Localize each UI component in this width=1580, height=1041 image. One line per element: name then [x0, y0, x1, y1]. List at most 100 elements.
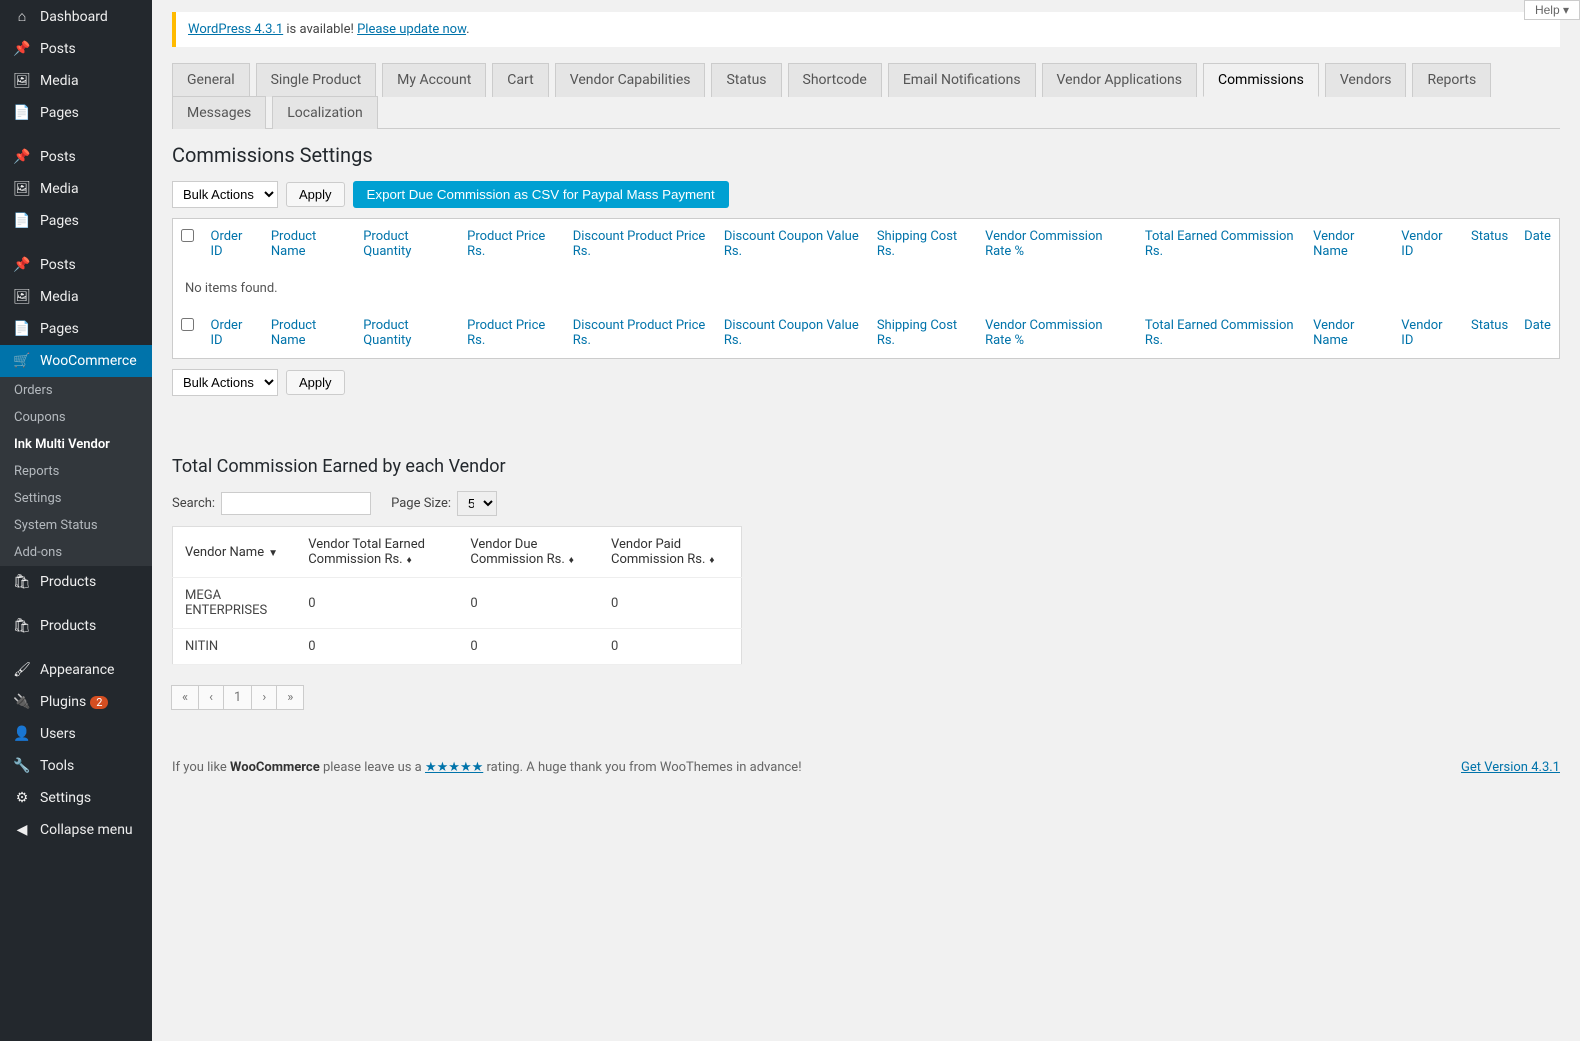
vendor-section-title: Total Commission Earned by each Vendor	[172, 456, 1560, 477]
sidebar-item-tools[interactable]: 🔧Tools	[0, 750, 152, 782]
page-button[interactable]: ›	[251, 685, 277, 710]
apply-button[interactable]: Apply	[286, 182, 345, 207]
sidebar-item-posts[interactable]: 📌Posts	[0, 249, 152, 281]
select-all-checkbox[interactable]	[181, 229, 194, 242]
cell-total: 0	[296, 629, 458, 665]
sidebar-collapse[interactable]: ◀Collapse menu	[0, 814, 152, 846]
tab-general[interactable]: General	[172, 63, 250, 97]
export-csv-button[interactable]: Export Due Commission as CSV for Paypal …	[353, 181, 729, 208]
sidebar-item-dashboard[interactable]: ⌂Dashboard	[0, 0, 152, 33]
sidebar-item-label: Posts	[40, 257, 76, 273]
sidebar-item-media[interactable]: 🖼Media	[0, 173, 152, 205]
col-shipping-cost-rs-[interactable]: Shipping Cost Rs.	[869, 219, 977, 270]
col-discount-coupon-value-rs-[interactable]: Discount Coupon Value Rs.	[716, 308, 869, 359]
col-date[interactable]: Date	[1516, 219, 1559, 270]
tab-reports[interactable]: Reports	[1412, 63, 1491, 97]
col-total-earned[interactable]: Vendor Total Earned Commission Rs.♦	[296, 527, 458, 578]
tab-localization[interactable]: Localization	[272, 96, 378, 129]
col-discount-product-price-rs-[interactable]: Discount Product Price Rs.	[565, 308, 716, 359]
submenu-orders[interactable]: Orders	[0, 377, 152, 404]
tab-commissions[interactable]: Commissions	[1203, 63, 1319, 97]
col-discount-coupon-value-rs-[interactable]: Discount Coupon Value Rs.	[716, 219, 869, 270]
col-product-name[interactable]: Product Name	[263, 308, 355, 359]
submenu-reports[interactable]: Reports	[0, 458, 152, 485]
col-due[interactable]: Vendor Due Commission Rs.♦	[458, 527, 599, 578]
media-icon: 🖼	[12, 289, 32, 305]
tab-vendor-applications[interactable]: Vendor Applications	[1042, 63, 1197, 97]
rating-link[interactable]: ★★★★★	[425, 760, 483, 775]
tab-cart[interactable]: Cart	[492, 63, 548, 97]
sidebar-item-woocommerce[interactable]: 🛒WooCommerce	[0, 345, 152, 377]
tab-messages[interactable]: Messages	[172, 96, 266, 129]
sidebar-item-pages[interactable]: 📄Pages	[0, 205, 152, 237]
col-vendor-id[interactable]: Vendor ID	[1393, 219, 1463, 270]
col-vendor-name[interactable]: Vendor Name▼	[173, 527, 297, 578]
col-product-price-rs-[interactable]: Product Price Rs.	[459, 219, 565, 270]
page-button[interactable]: »	[276, 685, 304, 710]
bulk-action-row-bottom: Bulk Actions Apply	[172, 369, 1560, 396]
col-shipping-cost-rs-[interactable]: Shipping Cost Rs.	[869, 308, 977, 359]
help-button[interactable]: Help ▾	[1524, 0, 1580, 20]
search-row: Search: Page Size: 5	[172, 491, 1560, 516]
col-product-price-rs-[interactable]: Product Price Rs.	[459, 308, 565, 359]
submenu-addons[interactable]: Add-ons	[0, 539, 152, 566]
sidebar-item-label: Pages	[40, 213, 79, 229]
col-product-name[interactable]: Product Name	[263, 219, 355, 270]
get-version-link[interactable]: Get Version 4.3.1	[1461, 760, 1560, 775]
search-input[interactable]	[221, 492, 371, 515]
sidebar-item-pages[interactable]: 📄Pages	[0, 97, 152, 129]
tab-my-account[interactable]: My Account	[382, 63, 486, 97]
col-total-earned-commission-rs-[interactable]: Total Earned Commission Rs.	[1137, 219, 1305, 270]
bulk-actions-select[interactable]: Bulk Actions	[172, 181, 278, 208]
select-all-checkbox[interactable]	[181, 318, 194, 331]
sidebar-item-settings[interactable]: ⚙Settings	[0, 782, 152, 814]
sidebar-item-media[interactable]: 🖼Media	[0, 65, 152, 97]
col-order-id[interactable]: Order ID	[203, 308, 263, 359]
sidebar-item-products[interactable]: 🛍Products	[0, 566, 152, 598]
submenu-system-status[interactable]: System Status	[0, 512, 152, 539]
col-product-quantity[interactable]: Product Quantity	[355, 308, 459, 359]
sidebar-item-products[interactable]: 🛍Products	[0, 610, 152, 642]
update-now-link[interactable]: Please update now	[357, 22, 466, 37]
page-button[interactable]: ‹	[198, 685, 224, 710]
col-vendor-name[interactable]: Vendor Name	[1305, 308, 1393, 359]
col-vendor-commission-rate-[interactable]: Vendor Commission Rate %	[977, 308, 1137, 359]
sidebar-item-plugins[interactable]: 🔌Plugins2	[0, 686, 152, 718]
col-product-quantity[interactable]: Product Quantity	[355, 219, 459, 270]
col-status[interactable]: Status	[1463, 219, 1516, 270]
sidebar-item-appearance[interactable]: 🖌Appearance	[0, 654, 152, 686]
tab-single-product[interactable]: Single Product	[256, 63, 377, 97]
page-button[interactable]: 1	[223, 685, 252, 710]
dashboard-icon: ⌂	[12, 8, 32, 25]
page-button[interactable]: «	[171, 685, 199, 710]
apply-button[interactable]: Apply	[286, 370, 345, 395]
col-vendor-commission-rate-[interactable]: Vendor Commission Rate %	[977, 219, 1137, 270]
submenu-settings[interactable]: Settings	[0, 485, 152, 512]
sidebar-item-label: Media	[40, 289, 79, 305]
tab-email-notifications[interactable]: Email Notifications	[888, 63, 1036, 97]
col-total-earned-commission-rs-[interactable]: Total Earned Commission Rs.	[1137, 308, 1305, 359]
submenu-ink-multi-vendor[interactable]: Ink Multi Vendor	[0, 431, 152, 458]
sidebar-item-posts[interactable]: 📌Posts	[0, 33, 152, 65]
col-vendor-name[interactable]: Vendor Name	[1305, 219, 1393, 270]
sidebar-item-posts[interactable]: 📌Posts	[0, 141, 152, 173]
sidebar-item-label: Tools	[40, 758, 74, 774]
sidebar-item-pages[interactable]: 📄Pages	[0, 313, 152, 345]
tab-status[interactable]: Status	[711, 63, 781, 97]
col-date[interactable]: Date	[1516, 308, 1559, 359]
tab-vendor-capabilities[interactable]: Vendor Capabilities	[555, 63, 706, 97]
wordpress-version-link[interactable]: WordPress 4.3.1	[188, 22, 283, 37]
settings-tabs: GeneralSingle ProductMy AccountCartVendo…	[172, 63, 1560, 129]
tab-vendors[interactable]: Vendors	[1325, 63, 1407, 97]
col-discount-product-price-rs-[interactable]: Discount Product Price Rs.	[565, 219, 716, 270]
sidebar-item-users[interactable]: 👤Users	[0, 718, 152, 750]
tab-shortcode[interactable]: Shortcode	[788, 63, 882, 97]
col-status[interactable]: Status	[1463, 308, 1516, 359]
sidebar-item-media[interactable]: 🖼 Media	[0, 281, 152, 313]
page-size-select[interactable]: 5	[457, 491, 497, 516]
col-vendor-id[interactable]: Vendor ID	[1393, 308, 1463, 359]
submenu-coupons[interactable]: Coupons	[0, 404, 152, 431]
col-order-id[interactable]: Order ID	[203, 219, 263, 270]
bulk-actions-select[interactable]: Bulk Actions	[172, 369, 278, 396]
col-paid[interactable]: Vendor Paid Commission Rs.♦	[599, 527, 742, 578]
